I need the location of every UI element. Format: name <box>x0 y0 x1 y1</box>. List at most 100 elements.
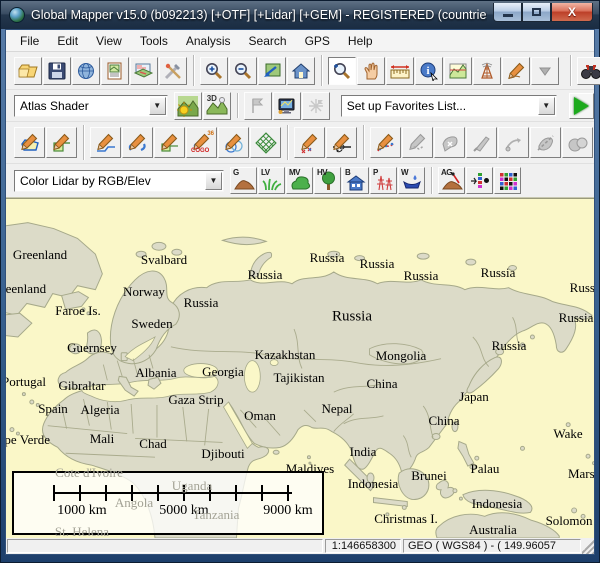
view-shed-button[interactable] <box>473 57 501 85</box>
screen-capture-button[interactable] <box>273 92 301 120</box>
grid-icon <box>255 132 277 154</box>
class-letter: P <box>373 168 378 177</box>
toolbar-lidar: Color Lidar by RGB/Elev ▼ G LV MV HV B P… <box>6 164 594 198</box>
minimize-icon <box>503 14 513 17</box>
combine-features-button[interactable] <box>562 127 593 158</box>
move-feature-button[interactable] <box>434 127 465 158</box>
shader-combo[interactable]: Atlas Shader ▼ <box>14 95 168 117</box>
run-favorite-button[interactable] <box>569 93 594 119</box>
create-grid-button[interactable] <box>250 127 281 158</box>
maximize-icon <box>532 8 541 16</box>
map-label: Gibraltar <box>59 378 106 394</box>
menu-item-edit[interactable]: Edit <box>49 32 86 50</box>
zoom-to-data-button[interactable] <box>258 57 286 85</box>
create-point-button[interactable] <box>46 127 77 158</box>
lidar-combo[interactable]: Color Lidar by RGB/Elev ▼ <box>14 170 224 192</box>
scale-label: 9000 km <box>263 503 312 519</box>
create-points-button[interactable] <box>294 127 325 158</box>
map-label: Russia <box>481 265 516 281</box>
lidar-ground-button[interactable]: G <box>230 167 257 194</box>
edit-features-button[interactable] <box>402 127 433 158</box>
lidar-building-button[interactable]: B <box>342 167 369 194</box>
insert-vertex-button[interactable] <box>326 127 357 158</box>
scale-label: 1000 km <box>57 503 106 519</box>
gps-flag-button[interactable] <box>244 92 272 120</box>
config-tools-button[interactable] <box>159 57 187 85</box>
export-button[interactable] <box>130 57 158 85</box>
lidar-med-veg-button[interactable]: MV <box>286 167 313 194</box>
lidar-low-veg-button[interactable]: LV <box>258 167 285 194</box>
range-rings-button[interactable] <box>218 127 249 158</box>
lidar-auto-ground-button[interactable]: AG <box>438 167 465 194</box>
map-catalog-button[interactable] <box>101 57 129 85</box>
more-tools-dropdown[interactable] <box>531 57 559 85</box>
pan-tool-button[interactable] <box>357 57 385 85</box>
create-rectangle-button[interactable] <box>154 127 185 158</box>
shader-combo-arrow-icon[interactable]: ▼ <box>149 97 166 115</box>
cogo-button[interactable]: 36COGO <box>186 127 217 158</box>
menu-item-search[interactable]: Search <box>241 32 295 50</box>
maximize-button[interactable] <box>522 3 551 22</box>
path-profile-button[interactable] <box>444 57 472 85</box>
class-letter: MV <box>289 168 300 177</box>
zoom-tool-button[interactable] <box>328 57 356 85</box>
full-view-button[interactable] <box>287 57 315 85</box>
reshape-feature-button[interactable] <box>498 127 529 158</box>
menu-item-view[interactable]: View <box>88 32 130 50</box>
digitizer-button[interactable] <box>502 57 530 85</box>
measure-tool-button[interactable] <box>386 57 414 85</box>
lidar-noise-filter-button[interactable] <box>466 167 493 194</box>
reshape-feature-icon-disabled <box>503 132 525 154</box>
map-label: Kazakhstan <box>255 347 316 363</box>
create-line-button[interactable] <box>90 127 121 158</box>
menu-item-gps[interactable]: GPS <box>297 32 338 50</box>
minimize-button[interactable] <box>493 3 522 22</box>
zoom-out-icon <box>233 61 253 81</box>
menu-item-tools[interactable]: Tools <box>132 32 176 50</box>
zoom-in-button[interactable] <box>200 57 228 85</box>
zoom-in-icon <box>204 61 224 81</box>
favorites-combo[interactable]: Set up Favorites List... ▼ <box>341 95 557 117</box>
lidar-powerline-button[interactable]: P <box>370 167 397 194</box>
close-icon: X <box>568 5 576 19</box>
map-label: Gaza Strip <box>168 392 223 408</box>
map-label: China <box>428 413 459 429</box>
shader-options-button[interactable] <box>174 92 202 120</box>
split-feature-button[interactable] <box>530 127 561 158</box>
create-area-button[interactable] <box>14 127 45 158</box>
split-feature-icon-disabled <box>535 132 557 154</box>
map-canvas[interactable]: 1000 km5000 km9000 km GreenlandGreenland… <box>6 198 594 538</box>
lidar-color-grid-button[interactable] <box>494 167 521 194</box>
favorites-combo-arrow-icon[interactable]: ▼ <box>538 97 555 115</box>
lidar-water-button[interactable]: W <box>398 167 425 194</box>
zoom-out-button[interactable] <box>229 57 257 85</box>
feature-info-button[interactable]: i <box>415 57 443 85</box>
close-button[interactable]: X <box>551 3 593 22</box>
open-folder-icon <box>17 61 39 81</box>
cogo-number: 36 <box>207 131 214 137</box>
search-button[interactable] <box>577 57 600 85</box>
open-file-button[interactable] <box>14 57 42 85</box>
map-label-faded: St. Helena <box>55 524 109 538</box>
gps-vector-button[interactable] <box>302 92 330 120</box>
create-curve-button[interactable] <box>122 127 153 158</box>
app-icon <box>9 7 25 23</box>
menu-item-analysis[interactable]: Analysis <box>178 32 239 50</box>
menu-bar: FileEditViewToolsAnalysisSearchGPSHelp <box>6 30 594 52</box>
3d-view-button[interactable]: 3D <box>203 92 231 120</box>
record-track-button[interactable] <box>370 127 401 158</box>
scale-tick <box>79 485 81 501</box>
scatter-points-icon <box>299 132 321 154</box>
range-rings-icon <box>223 132 245 154</box>
menu-item-file[interactable]: File <box>12 32 47 50</box>
resize-grip[interactable] <box>582 538 594 554</box>
status-bar: 1:146658300 GEO ( WGS84 ) - ( 149.96057 <box>6 538 594 554</box>
save-button[interactable] <box>43 57 71 85</box>
map-label: Russia <box>404 268 439 284</box>
delete-feature-button[interactable] <box>466 127 497 158</box>
lidar-high-veg-button[interactable]: HV <box>314 167 341 194</box>
scale-tick <box>157 485 159 501</box>
menu-item-help[interactable]: Help <box>340 32 381 50</box>
download-online-button[interactable] <box>72 57 100 85</box>
lidar-combo-arrow-icon[interactable]: ▼ <box>205 172 222 190</box>
